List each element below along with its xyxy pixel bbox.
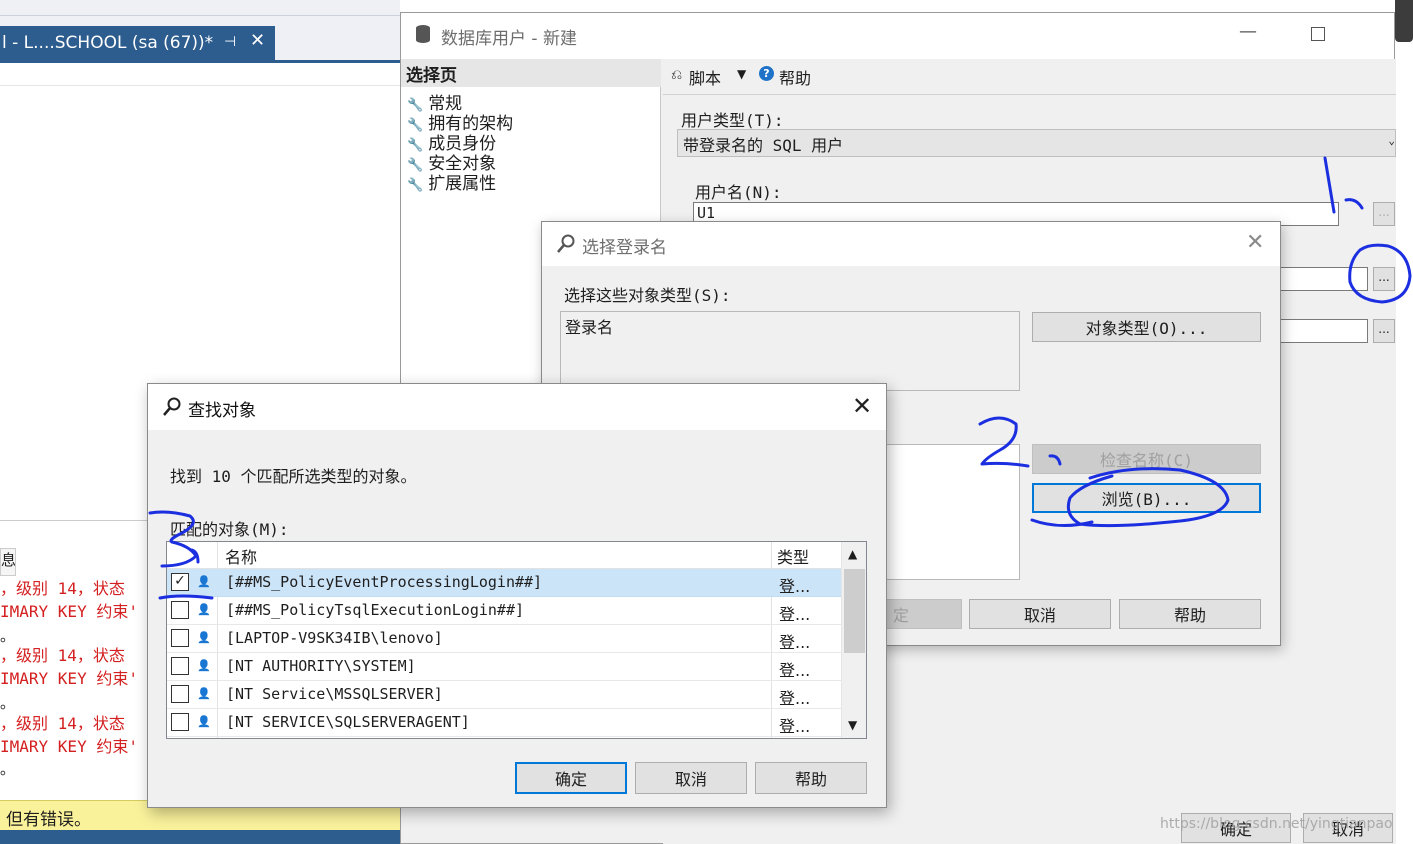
watermark: https://blog.csdn.net/yingtianpao <box>1160 816 1393 832</box>
handwritten-annotations <box>148 156 1412 600</box>
